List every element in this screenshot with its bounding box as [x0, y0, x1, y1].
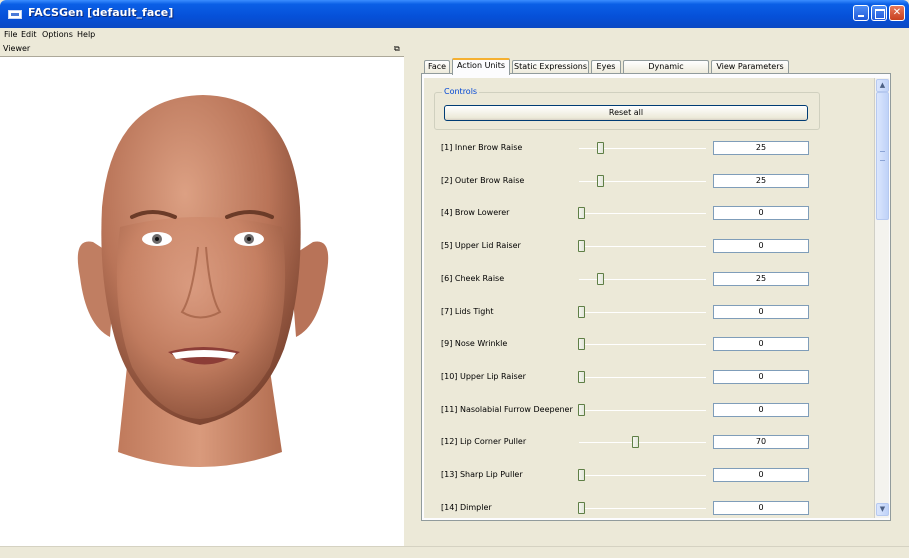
action-unit-value-field[interactable]: 0	[713, 206, 809, 221]
action-unit-slider-track[interactable]	[579, 246, 706, 248]
action-unit-value-field[interactable]: 0	[713, 402, 809, 417]
action-unit-label: [11] Nasolabial Furrow Deepener	[441, 404, 573, 414]
close-icon[interactable]: ✕	[889, 5, 905, 21]
action-unit-slider-track[interactable]	[579, 475, 706, 476]
action-unit-value-field[interactable]: 70	[713, 435, 809, 450]
action-unit-slider-handle[interactable]	[578, 338, 585, 351]
action-unit-label: [6] Cheek Raise	[441, 273, 505, 283]
vertical-scrollbar[interactable]: ▲ ▼	[874, 78, 889, 518]
menu-bar: File Edit Options Help	[0, 28, 909, 42]
action-units-panel: Controls Reset all [1] Inner Brow Raise 2…	[424, 78, 874, 518]
action-unit-slider-track[interactable]	[579, 442, 706, 444]
action-unit-slider-handle[interactable]	[578, 370, 585, 383]
action-unit-slider-handle[interactable]	[631, 436, 639, 449]
face-viewer-3d[interactable]	[0, 56, 404, 546]
action-unit-value-field[interactable]: 25	[713, 271, 809, 286]
action-unit-slider-handle[interactable]	[578, 207, 585, 220]
app-icon	[8, 10, 22, 19]
action-unit-label: [9] Nose Wrinkle	[441, 339, 508, 349]
action-unit-row: [1] Inner Brow Raise 25	[424, 138, 874, 158]
action-unit-value-field[interactable]: 25	[713, 141, 809, 155]
action-unit-label: [5] Upper Lid Raiser	[441, 241, 521, 251]
menu-help[interactable]: Help	[77, 30, 95, 39]
action-unit-value-field[interactable]: 0	[713, 468, 809, 482]
action-unit-slider-handle[interactable]	[578, 501, 585, 514]
action-unit-value-field[interactable]: 25	[713, 173, 809, 188]
menu-options[interactable]: Options	[42, 30, 73, 39]
action-unit-row: [7] Lids Tight 0	[424, 302, 874, 322]
controls-group-title: Controls	[442, 87, 480, 96]
action-unit-slider-handle[interactable]	[597, 142, 605, 154]
maximize-icon[interactable]	[871, 5, 887, 21]
action-unit-value-field[interactable]: 0	[713, 304, 809, 319]
viewer-title: Viewer	[3, 44, 31, 53]
action-unit-label: [2] Outer Brow Raise	[441, 175, 525, 185]
action-unit-slider-track[interactable]	[579, 213, 706, 215]
action-unit-value-field[interactable]: 0	[713, 337, 809, 352]
tab-action-units[interactable]: Action Units	[452, 58, 510, 75]
action-unit-value-field[interactable]: 0	[713, 500, 809, 515]
title-bar: FACSGen [default_face] ✕	[0, 0, 909, 28]
reset-all-button[interactable]: Reset all	[444, 105, 808, 121]
action-unit-row: [9] Nose Wrinkle 0	[424, 334, 874, 354]
tab-eyes[interactable]: Eyes	[591, 60, 621, 74]
tab-view-parameters[interactable]: View Parameters	[711, 60, 789, 74]
scroll-down-icon[interactable]: ▼	[876, 503, 889, 516]
action-unit-row: [12] Lip Corner Puller 70	[424, 432, 874, 452]
scroll-up-icon[interactable]: ▲	[876, 79, 889, 92]
action-unit-slider-track[interactable]	[579, 311, 706, 313]
minimize-icon[interactable]	[853, 5, 869, 21]
action-unit-row: [14] Dimpler 0	[424, 498, 874, 518]
tab-static-expressions[interactable]: Static Expressions	[512, 60, 589, 74]
action-unit-row: [10] Upper Lip Raiser 0	[424, 367, 874, 387]
action-unit-row: [4] Brow Lowerer 0	[424, 203, 874, 223]
action-unit-slider-handle[interactable]	[597, 272, 605, 285]
action-unit-slider-track[interactable]	[579, 344, 706, 346]
action-unit-row: [11] Nasolabial Furrow Deepener 0	[424, 400, 874, 420]
status-bar	[0, 546, 909, 558]
action-unit-label: [13] Sharp Lip Puller	[441, 470, 523, 479]
action-unit-row: [6] Cheek Raise 25	[424, 269, 874, 289]
menu-edit[interactable]: Edit	[21, 30, 37, 39]
action-unit-value-field[interactable]: 0	[713, 369, 809, 384]
action-unit-label: [10] Upper Lip Raiser	[441, 371, 526, 381]
action-unit-label: [12] Lip Corner Puller	[441, 437, 527, 447]
action-unit-slider-handle[interactable]	[578, 403, 585, 416]
window-title: FACSGen [default_face]	[28, 6, 174, 19]
scrollbar-thumb[interactable]	[876, 92, 889, 220]
action-unit-slider-track[interactable]	[579, 376, 706, 378]
action-unit-label: [7] Lids Tight	[441, 306, 494, 316]
action-unit-slider-handle[interactable]	[578, 469, 585, 481]
action-unit-label: [14] Dimpler	[441, 502, 492, 512]
menu-file[interactable]: File	[4, 30, 17, 39]
action-unit-slider-handle[interactable]	[578, 240, 585, 253]
action-unit-label: [1] Inner Brow Raise	[441, 143, 523, 152]
action-unit-slider-handle[interactable]	[578, 305, 585, 318]
action-unit-slider-track[interactable]	[579, 409, 706, 411]
float-dock-icon[interactable]: ⧉	[394, 44, 400, 54]
tab-face[interactable]: Face	[424, 60, 450, 74]
action-unit-label: [4] Brow Lowerer	[441, 208, 510, 218]
action-unit-slider-handle[interactable]	[597, 174, 605, 187]
action-unit-row: [5] Upper Lid Raiser 0	[424, 236, 874, 256]
viewer-dock-header: Viewer ⧉	[0, 43, 406, 55]
action-unit-row: [13] Sharp Lip Puller 0	[424, 465, 874, 485]
action-unit-value-field[interactable]: 0	[713, 239, 809, 254]
action-unit-slider-track[interactable]	[579, 507, 706, 509]
action-unit-row: [2] Outer Brow Raise 25	[424, 171, 874, 191]
tab-dynamic-expressions[interactable]: Dynamic Expressions	[623, 60, 709, 83]
face-render	[77, 95, 329, 467]
